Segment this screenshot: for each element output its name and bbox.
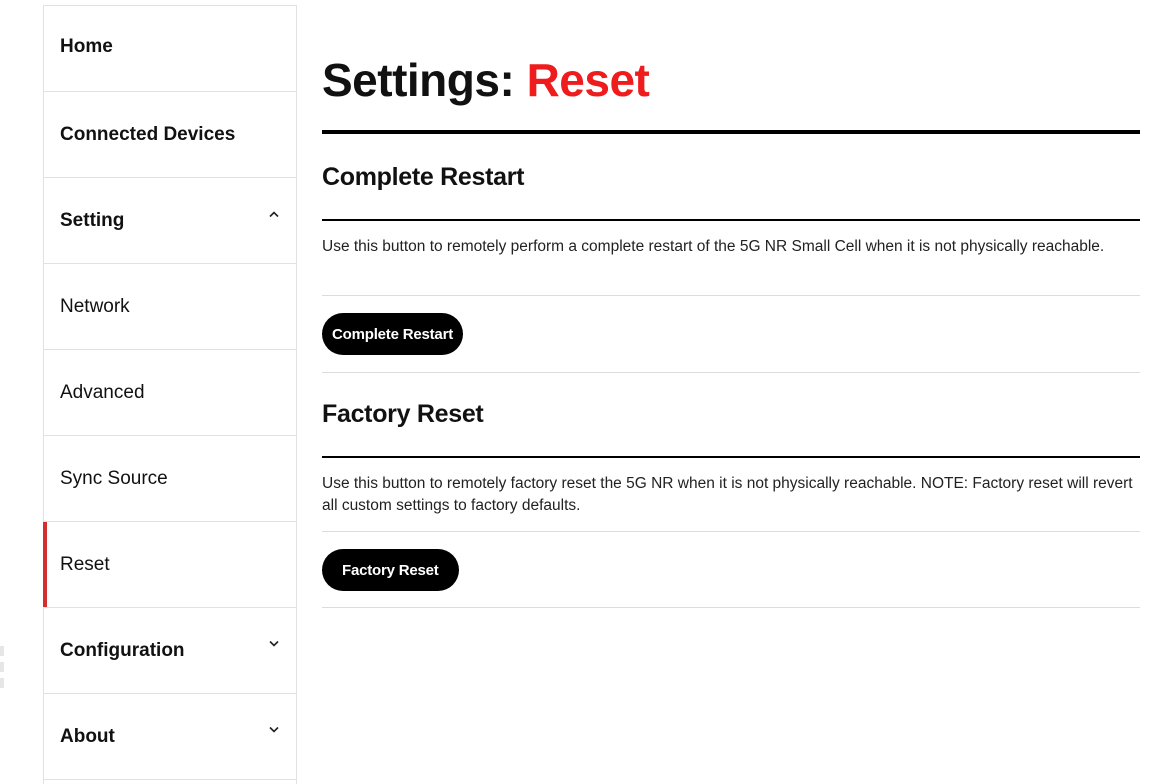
title-divider (322, 130, 1140, 134)
page-title-prefix: Settings: (322, 54, 515, 106)
sidebar-item-label: Sync Source (60, 467, 168, 489)
complete-restart-description: Use this button to remotely perform a co… (322, 238, 1105, 255)
section-divider (322, 456, 1140, 458)
chevron-down-icon[interactable] (266, 722, 282, 738)
complete-restart-button[interactable]: Complete Restart (322, 313, 463, 355)
factory-reset-description: Use this button to remotely factory rese… (322, 475, 1133, 514)
chevron-down-icon[interactable] (266, 636, 282, 652)
sidebar-item-setting[interactable]: Setting (44, 178, 296, 264)
sidebar-item-label: Reset (60, 553, 110, 575)
sidebar-item-label: Advanced (60, 381, 145, 403)
section-divider (322, 372, 1140, 373)
sidebar-item-network[interactable]: Network (44, 264, 296, 350)
reset-settings-page: Home Connected Devices Setting Network A… (0, 0, 1167, 784)
section-divider (322, 219, 1140, 221)
section-divider (322, 531, 1140, 532)
section-divider (322, 295, 1140, 296)
sidebar-item-reset[interactable]: Reset (43, 522, 296, 608)
sidebar-item-configuration[interactable]: Configuration (44, 608, 296, 694)
sidebar-item-advanced[interactable]: Advanced (44, 350, 296, 436)
factory-reset-button[interactable]: Factory Reset (322, 549, 459, 591)
sidebar-item-about[interactable]: About (44, 694, 296, 780)
edge-decoration (0, 646, 4, 694)
section-divider (322, 607, 1140, 608)
sidebar-item-home[interactable]: Home (44, 6, 296, 92)
sidebar-item-label: Setting (60, 209, 125, 231)
complete-restart-heading: Complete Restart (322, 163, 525, 191)
factory-reset-heading: Factory Reset (322, 400, 484, 428)
sidebar-item-label: Configuration (60, 639, 185, 661)
page-title-accent: Reset (526, 54, 650, 106)
page-title: Settings: Reset (322, 52, 650, 108)
sidebar: Home Connected Devices Setting Network A… (43, 5, 297, 784)
sidebar-item-sync-source[interactable]: Sync Source (44, 436, 296, 522)
sidebar-item-label: About (60, 725, 115, 747)
sidebar-item-connected-devices[interactable]: Connected Devices (44, 92, 296, 178)
chevron-up-icon[interactable] (266, 206, 282, 222)
sidebar-item-label: Connected Devices (60, 123, 236, 145)
sidebar-item-label: Home (60, 36, 113, 57)
sidebar-item-label: Network (60, 295, 130, 317)
